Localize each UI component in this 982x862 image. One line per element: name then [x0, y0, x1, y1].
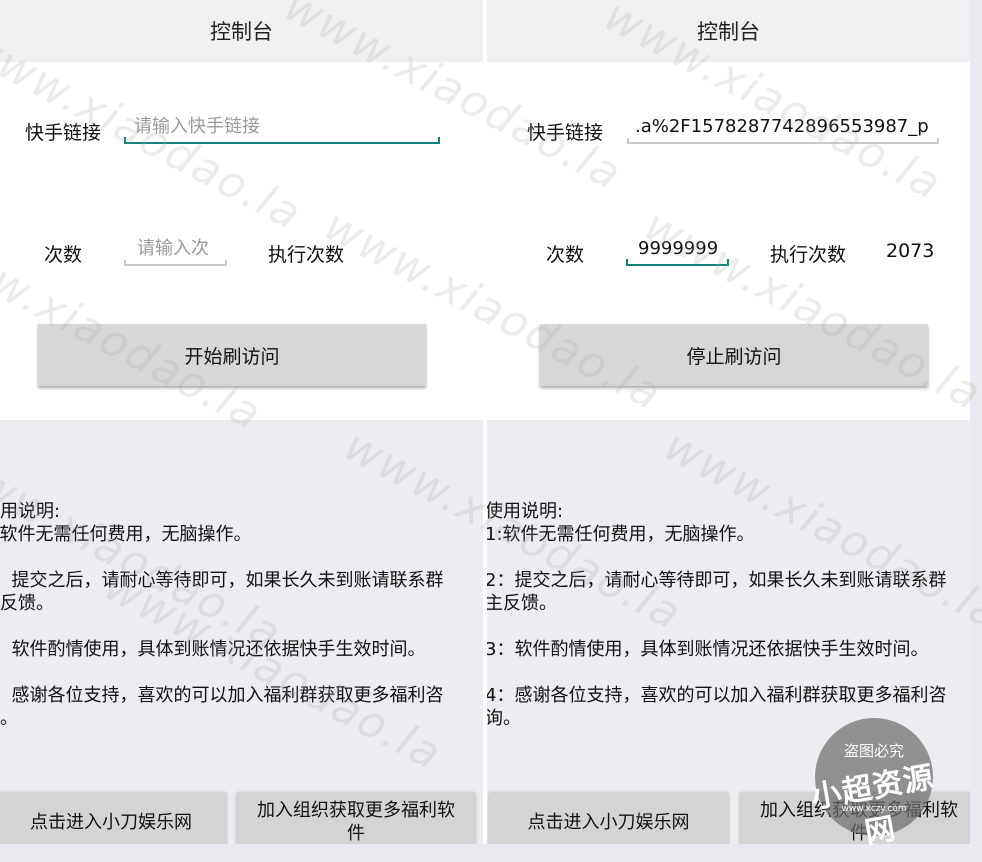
instruction-4b: 询。	[0, 708, 18, 729]
exec-label: 执行次数	[268, 244, 345, 266]
instruction-2b: 主反馈。	[0, 593, 54, 614]
count-field[interactable]	[626, 230, 729, 266]
count-label: 次数	[546, 244, 585, 266]
count-input[interactable]	[124, 230, 227, 266]
panel-right: 控制台 快手链接 次数 执行次数 2073 停止刷访问 使用说明: 1:软件无需…	[487, 0, 970, 844]
instructions: 使用说明: 1:软件无需任何费用，无脑操作。 2：提交之后，请耐心等待即可，如果…	[487, 500, 946, 753]
title-bar: 控制台	[487, 0, 970, 62]
instructions-heading: 使用说明:	[0, 501, 61, 522]
instruction-2a: 2：提交之后，请耐心等待即可，如果长久未到账请联系群	[0, 570, 444, 591]
instructions: 使用说明: 1:软件无需任何费用，无脑操作。 2：提交之后，请耐心等待即可，如果…	[0, 500, 443, 753]
join-group-label-2: 件	[347, 823, 365, 844]
exec-count-value: 2073	[886, 240, 935, 262]
link-input[interactable]	[124, 108, 440, 144]
count-underline	[626, 259, 729, 266]
stop-visit-button[interactable]: 停止刷访问	[540, 324, 928, 386]
join-group-button[interactable]: 加入组织获取更多福利软 件	[237, 792, 475, 844]
link-label: 快手链接	[527, 122, 604, 144]
link-underline	[627, 138, 939, 144]
instruction-3: 3：软件酌情使用，具体到账情况还依据快手生效时间。	[487, 639, 929, 660]
enter-site-button[interactable]: 点击进入小刀娱乐网	[489, 792, 728, 844]
count-label: 次数	[44, 244, 83, 266]
instruction-2a: 2：提交之后，请耐心等待即可，如果长久未到账请联系群	[487, 570, 947, 591]
panel-left: 控制台 快手链接 次数 执行次数 开始刷访问 使用说明: 1:软件无需任何费用，…	[0, 0, 483, 844]
link-underline	[124, 137, 440, 144]
stamp-sub-text: www.xczy.com	[841, 804, 907, 814]
link-field[interactable]	[124, 108, 440, 144]
instructions-heading: 使用说明:	[487, 501, 564, 522]
page-title: 控制台	[210, 20, 273, 44]
count-underline	[124, 260, 227, 266]
stamp-logo: 盗图必究 小超资源网 www.xczy.com	[809, 718, 937, 851]
title-bar: 控制台	[0, 0, 483, 62]
instruction-1: 1:软件无需任何费用，无脑操作。	[487, 524, 755, 545]
instruction-4a: 4：感谢各位支持，喜欢的可以加入福利群获取更多福利咨	[0, 685, 444, 706]
instruction-4a: 4：感谢各位支持，喜欢的可以加入福利群获取更多福利咨	[487, 685, 947, 706]
join-group-label-1: 加入组织获取更多福利软	[257, 800, 455, 821]
enter-site-button[interactable]: 点击进入小刀娱乐网	[0, 792, 226, 844]
page-title: 控制台	[697, 20, 760, 44]
instruction-3: 3：软件酌情使用，具体到账情况还依据快手生效时间。	[0, 639, 426, 660]
link-label: 快手链接	[25, 122, 102, 144]
link-input[interactable]	[627, 108, 939, 144]
instruction-1: 1:软件无需任何费用，无脑操作。	[0, 524, 252, 545]
link-field[interactable]	[627, 108, 939, 144]
exec-label: 执行次数	[770, 244, 847, 266]
start-visit-button[interactable]: 开始刷访问	[38, 324, 426, 386]
count-input[interactable]	[626, 230, 729, 266]
instruction-2b: 主反馈。	[487, 593, 557, 614]
count-field[interactable]	[124, 230, 227, 266]
